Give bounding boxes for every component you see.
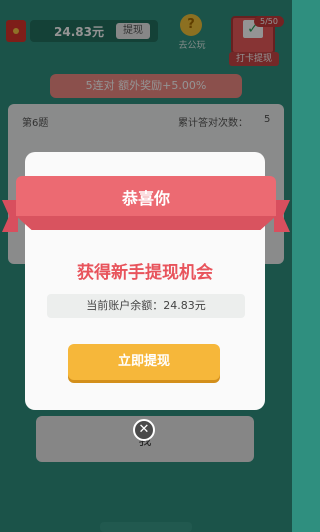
modal-headline: 获得新手提现机会 xyxy=(77,263,213,283)
account-balance-line: 当前账户余额：24.83元 xyxy=(47,294,245,318)
ribbon-fold xyxy=(16,216,276,230)
modal-title: 恭喜你 xyxy=(121,189,170,208)
close-icon[interactable]: ✕ xyxy=(133,419,155,441)
ribbon-banner: 恭喜你 xyxy=(16,176,276,216)
withdraw-now-button[interactable]: 立即提现 xyxy=(68,344,220,380)
